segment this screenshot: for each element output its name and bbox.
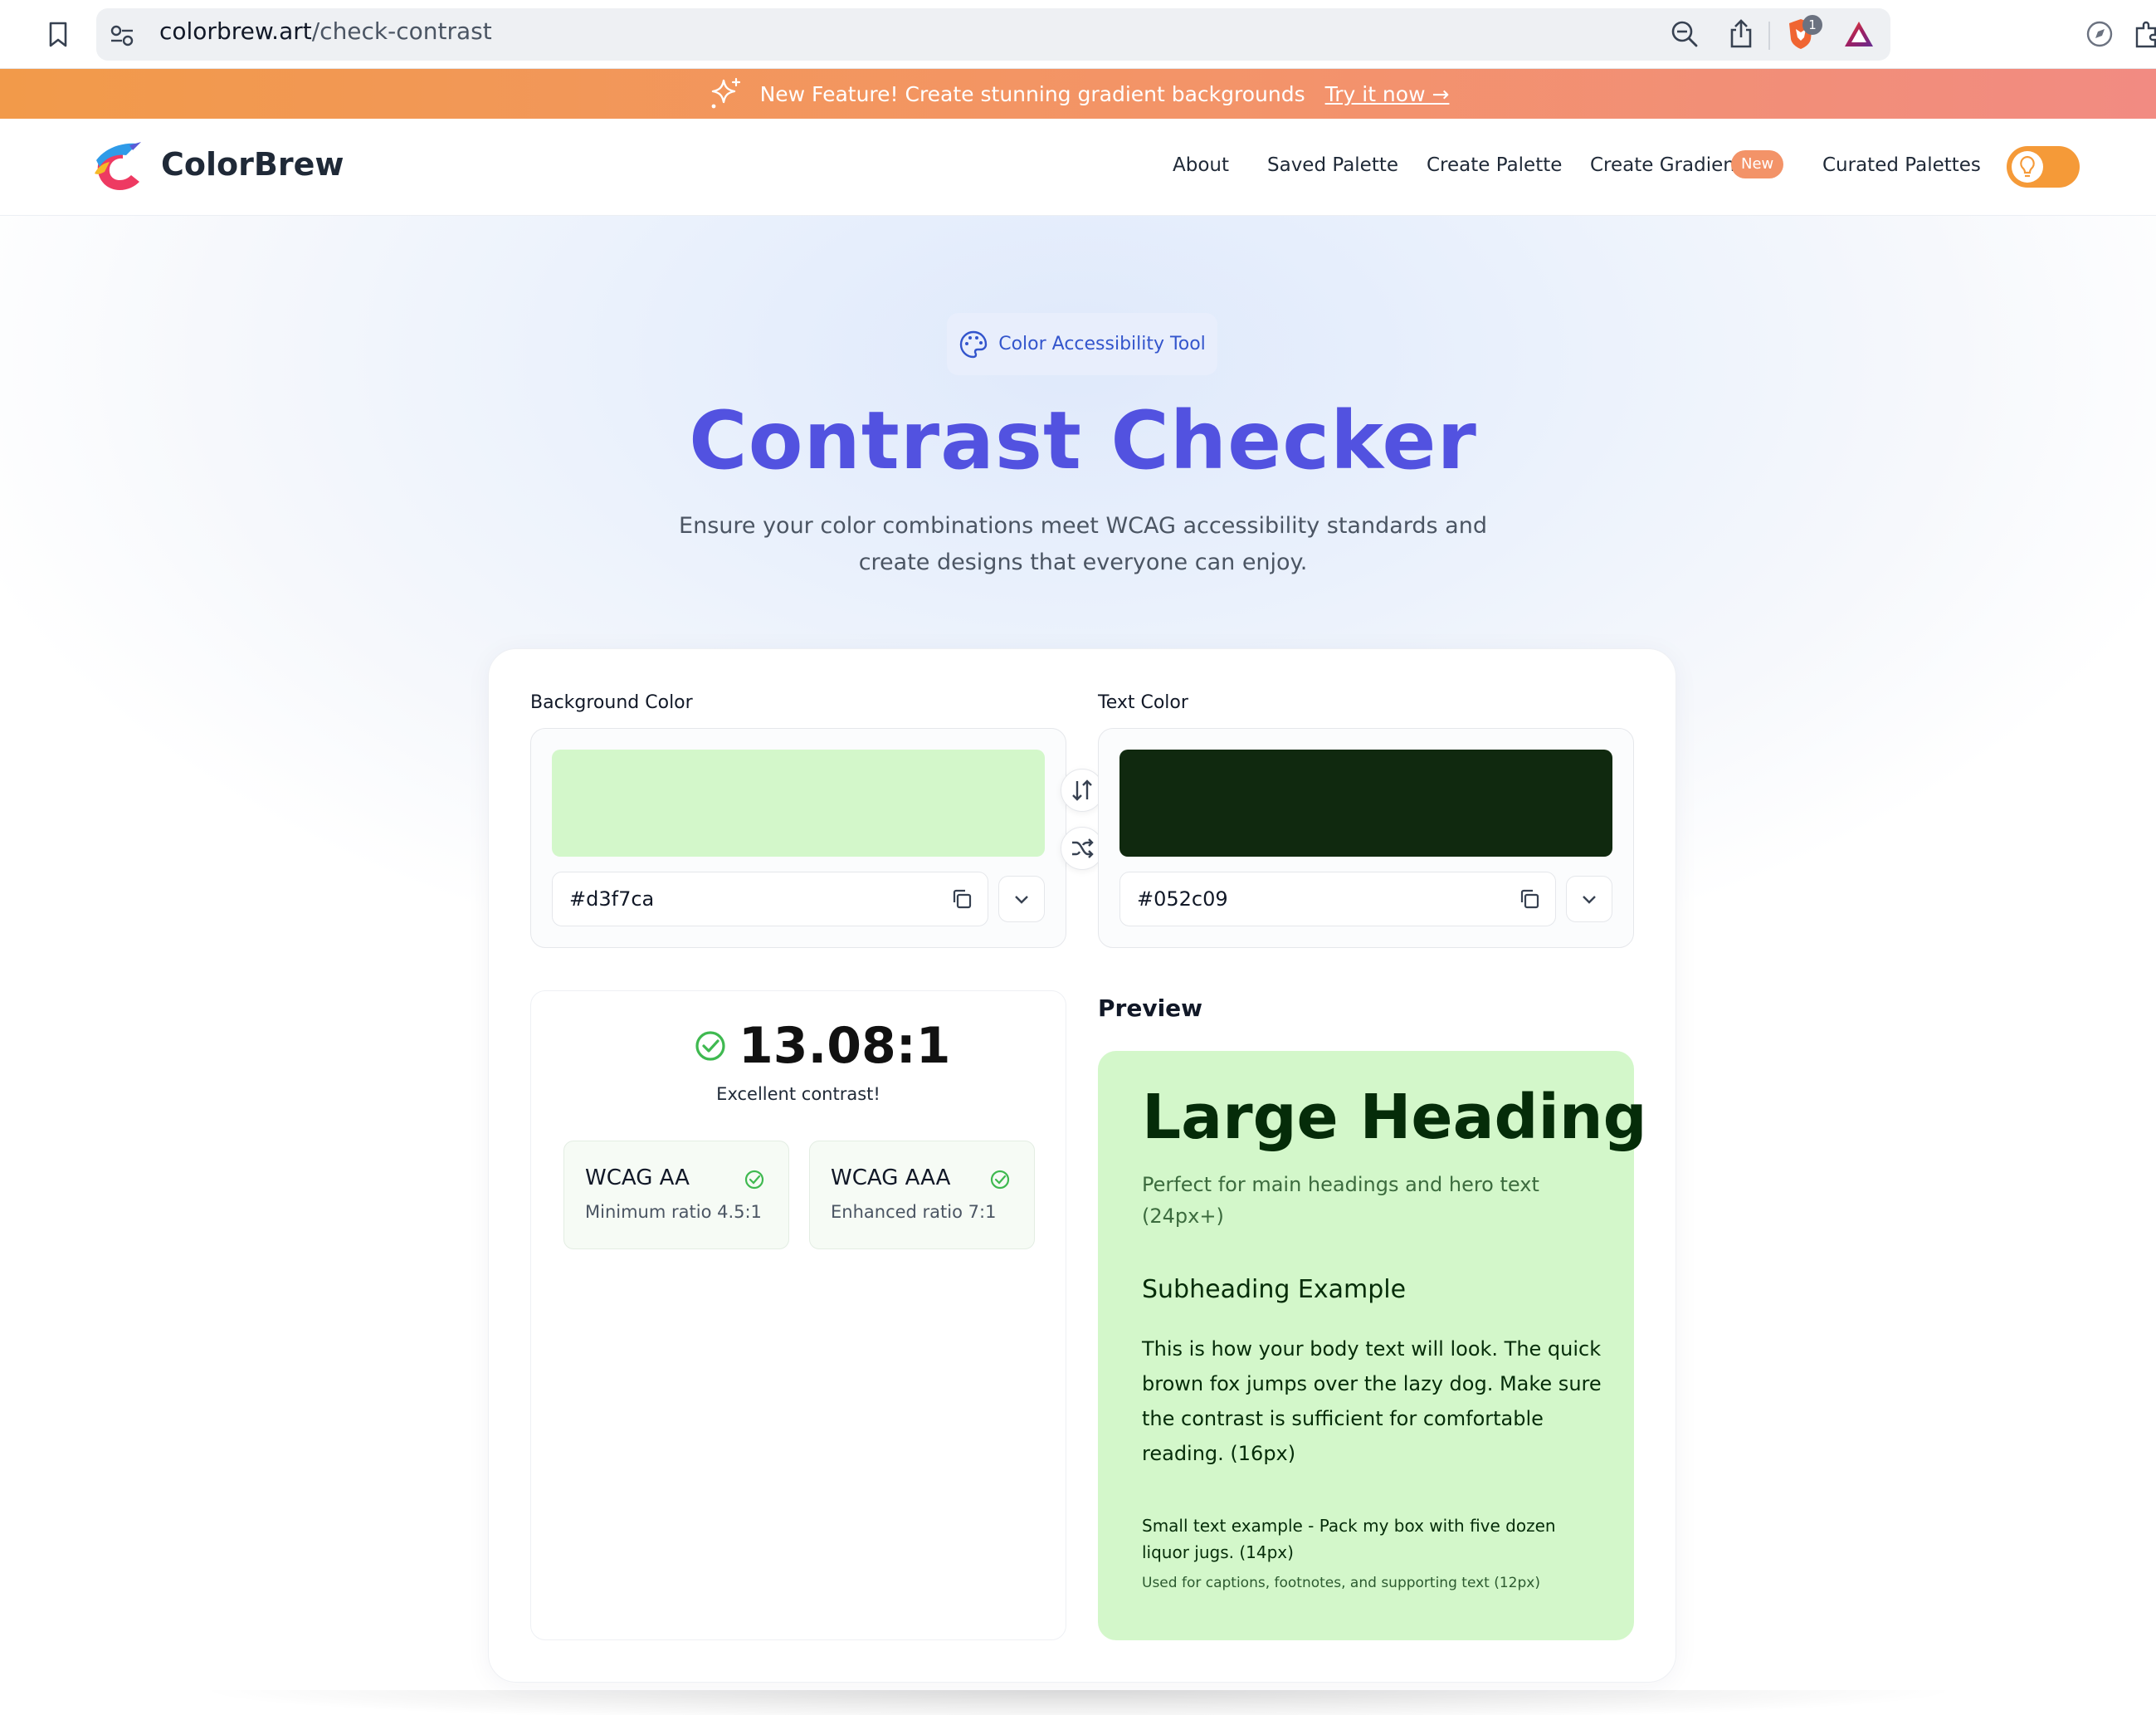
swap-icon xyxy=(1072,779,1092,801)
brave-rewards-icon[interactable] xyxy=(1842,17,1876,51)
nav-create-gradient[interactable]: Create Gradient xyxy=(1590,154,1743,176)
url-host: colorbrew.art xyxy=(159,17,312,45)
check-circle-icon xyxy=(990,1170,1010,1190)
text-options-dropdown[interactable] xyxy=(1566,876,1612,922)
wcag-aa-card xyxy=(563,1141,789,1249)
palette-icon xyxy=(960,330,988,358)
share-icon[interactable] xyxy=(1724,17,1758,51)
new-badge: New xyxy=(1731,150,1784,178)
extensions-icon[interactable] xyxy=(2129,17,2156,51)
background-hex-input[interactable]: #d3f7ca xyxy=(552,872,988,926)
chevron-down-icon xyxy=(1583,896,1596,904)
wcag-aaa-desc: Enhanced ratio 7:1 xyxy=(831,1202,997,1222)
tool-pill: Color Accessibility Tool xyxy=(947,313,1217,375)
contrast-verdict: Excellent contrast! xyxy=(716,1084,880,1104)
page-title: Contrast Checker xyxy=(689,394,1477,487)
brand-name[interactable]: ColorBrew xyxy=(161,146,344,183)
announcement-banner: New Feature! Create stunning gradient ba… xyxy=(0,69,2156,119)
colorbrew-logo-icon[interactable] xyxy=(90,140,148,195)
nav-saved-palette[interactable]: Saved Palette xyxy=(1267,154,1398,176)
shuffle-icon xyxy=(1072,838,1094,858)
wcag-aaa-card xyxy=(809,1141,1035,1249)
preview-large-heading: Large Heading xyxy=(1142,1082,1647,1153)
text-hex-input[interactable]: #052c09 xyxy=(1119,872,1556,926)
browser-toolbar: colorbrew.art/check-contrast 1 xyxy=(0,0,2156,69)
preview-subheading: Subheading Example xyxy=(1142,1275,1407,1304)
zoom-out-icon[interactable] xyxy=(1668,17,1701,51)
copy-icon[interactable] xyxy=(1516,886,1543,912)
sparkle-icon xyxy=(711,77,740,109)
preview-small-text: Small text example - Pack my box with fi… xyxy=(1142,1516,1556,1562)
site-settings-icon[interactable] xyxy=(108,22,136,50)
page-subtitle: Ensure your color combinations meet WCAG… xyxy=(679,513,1487,575)
preview-label: Preview xyxy=(1098,994,1203,1022)
preview-caption-text: Used for captions, footnotes, and suppor… xyxy=(1142,1575,1540,1591)
url-path: /check-contrast xyxy=(311,17,492,45)
nav-about[interactable]: About xyxy=(1173,154,1229,176)
contrast-ratio-value: 13.08:1 xyxy=(739,1017,951,1075)
nav-create-palette[interactable]: Create Palette xyxy=(1427,154,1562,176)
background-options-dropdown[interactable] xyxy=(998,876,1045,922)
bookmark-icon[interactable] xyxy=(41,18,75,51)
theme-toggle[interactable] xyxy=(2007,146,2080,188)
contrast-ratio: 13.08:1 xyxy=(694,1017,951,1075)
nav-curated-palettes[interactable]: Curated Palettes xyxy=(1822,154,1981,176)
tool-pill-label: Color Accessibility Tool xyxy=(998,334,1206,354)
announcement-text: New Feature! Create stunning gradient ba… xyxy=(759,81,1305,106)
background-color-swatch[interactable] xyxy=(552,750,1045,857)
wcag-aaa-title: WCAG AAA xyxy=(831,1165,951,1190)
leo-icon[interactable] xyxy=(2083,17,2116,51)
background-color-label: Background Color xyxy=(530,692,693,713)
try-it-now-link[interactable]: Try it now → xyxy=(1325,82,1450,106)
chevron-down-icon xyxy=(1015,896,1028,904)
toolbar-separator xyxy=(1768,22,1770,50)
copy-icon[interactable] xyxy=(949,886,975,912)
url-text[interactable]: colorbrew.art/check-contrast xyxy=(159,17,492,45)
page-bottom-shadow xyxy=(191,1690,1967,1715)
preview-heading-note: Perfect for main headings and hero text … xyxy=(1142,1173,1539,1228)
preview-body-text: This is how your body text will look. Th… xyxy=(1142,1337,1602,1465)
wcag-aa-desc: Minimum ratio 4.5:1 xyxy=(585,1202,762,1222)
wcag-aa-title: WCAG AA xyxy=(585,1165,690,1190)
lightbulb-icon xyxy=(2012,151,2043,183)
shield-count-badge: 1 xyxy=(1802,15,1822,35)
check-circle-icon xyxy=(695,1031,725,1061)
text-color-label: Text Color xyxy=(1098,692,1188,713)
text-color-swatch[interactable] xyxy=(1119,750,1612,857)
check-circle-icon xyxy=(744,1170,764,1190)
